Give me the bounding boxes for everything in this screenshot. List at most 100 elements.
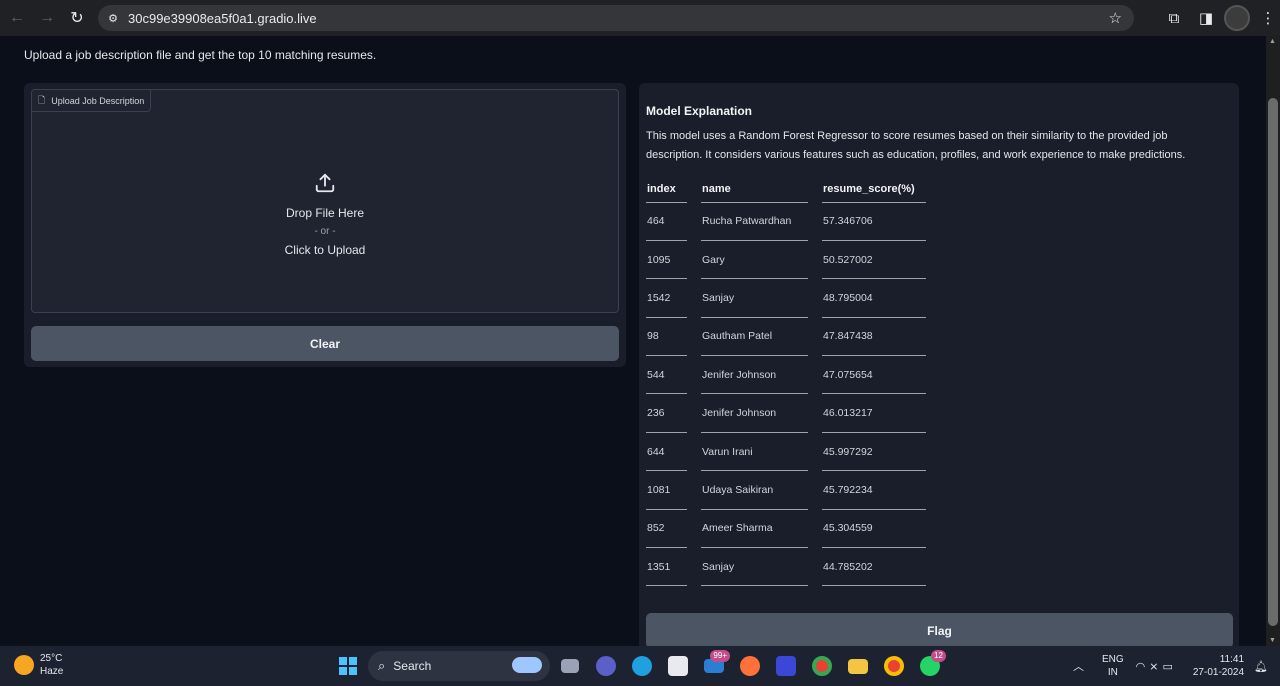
weather-desc: Haze xyxy=(40,666,64,677)
meet-icon[interactable] xyxy=(588,650,624,682)
cell-index: 852 xyxy=(646,509,687,549)
file-explorer-icon[interactable] xyxy=(840,650,876,682)
cell-index: 1542 xyxy=(646,278,687,318)
cell-score: 47.847438 xyxy=(822,317,926,357)
forward-icon[interactable]: → xyxy=(32,3,62,33)
show-hidden-icons-chevron-icon[interactable]: ︿ xyxy=(1073,658,1084,674)
lang-bottom: IN xyxy=(1107,667,1118,678)
cell-index: 236 xyxy=(646,393,687,433)
clock-time: 11:41 xyxy=(1219,654,1245,665)
chrome-icon[interactable] xyxy=(804,650,840,682)
cell-score: 57.346706 xyxy=(822,202,926,241)
firefox-icon[interactable] xyxy=(732,650,768,682)
back-icon[interactable]: ← xyxy=(2,3,32,33)
lang-top: ENG xyxy=(1101,654,1124,665)
language-indicator[interactable]: ENG IN xyxy=(1102,653,1124,679)
system-tray: ︿ ENG IN ◠⨯▭ 11:41 27-01-2024 🔔︎ xyxy=(1073,646,1280,686)
store-icon[interactable] xyxy=(660,650,696,682)
page-scrollbar[interactable]: ▲ ▼ xyxy=(1266,36,1280,646)
cell-index: 1081 xyxy=(646,470,687,510)
output-panel: Model Explanation This model uses a Rand… xyxy=(639,83,1239,648)
taskbar-search[interactable]: ⌕ Search xyxy=(368,651,550,681)
search-highlight-icon xyxy=(512,657,542,673)
menu-icon[interactable]: ⋮ xyxy=(1256,2,1280,34)
explanation-text: This model uses a Random Forest Regresso… xyxy=(646,130,1186,161)
whatsapp-badge: 12 xyxy=(931,650,946,662)
task-view-icon[interactable] xyxy=(552,650,588,682)
cell-index: 1351 xyxy=(646,547,687,587)
upload-icon xyxy=(32,172,618,198)
whatsapp-icon[interactable]: 12 xyxy=(912,650,948,682)
cell-name: Rucha Patwardhan xyxy=(701,202,808,241)
explanation-title: Model Explanation xyxy=(646,104,753,118)
cell-index: 98 xyxy=(646,317,687,357)
edge-icon[interactable] xyxy=(624,650,660,682)
cell-name: Gautham Patel xyxy=(701,317,808,357)
cell-name: Sanjay xyxy=(701,547,808,587)
mail-badge: 99+ xyxy=(710,650,730,662)
flag-button[interactable]: Flag xyxy=(646,613,1233,648)
address-bar[interactable]: ⚙ 30c99e39908ea5f0a1.gradio.live ☆ xyxy=(98,5,1134,31)
upload-label-text: Upload Job Description xyxy=(51,95,145,106)
header-index: index xyxy=(646,177,687,203)
browser-toolbar: ← → ↻ ⚙ 30c99e39908ea5f0a1.gradio.live ☆… xyxy=(0,0,1280,36)
bookmark-star-icon[interactable]: ☆ xyxy=(1109,9,1122,27)
clock[interactable]: 11:41 27-01-2024 xyxy=(1193,653,1244,679)
chrome-active-icon[interactable] xyxy=(876,650,912,682)
network-volume-battery-icons[interactable]: ◠⨯▭ xyxy=(1136,660,1177,673)
page-content: Upload a job description file and get th… xyxy=(0,36,1266,648)
cell-index: 644 xyxy=(646,432,687,472)
cell-name: Jenifer Johnson xyxy=(701,393,808,433)
cell-score: 44.785202 xyxy=(822,547,926,587)
cell-index: 1095 xyxy=(646,240,687,280)
table-row: 852 Ameer Sharma 45.304559 xyxy=(646,509,926,549)
table-row: 1542 Sanjay 48.795004 xyxy=(646,278,926,318)
site-settings-icon[interactable]: ⚙ xyxy=(104,9,122,27)
input-panel: 🗋 Upload Job Description Drop File Here … xyxy=(24,83,626,367)
table-row: 1081 Udaya Saikiran 45.792234 xyxy=(646,470,926,510)
table-row: 544 Jenifer Johnson 47.075654 xyxy=(646,355,926,395)
search-label: Search xyxy=(393,659,432,673)
cell-name: Ameer Sharma xyxy=(701,509,808,549)
profile-avatar[interactable] xyxy=(1224,5,1250,31)
cell-score: 45.997292 xyxy=(822,432,926,472)
scroll-down-icon[interactable]: ▼ xyxy=(1269,637,1276,644)
mail-icon[interactable]: 99+ xyxy=(696,650,732,682)
search-icon: ⌕ xyxy=(378,658,386,673)
cell-name: Udaya Saikiran xyxy=(701,470,808,510)
or-text: - or - xyxy=(314,226,336,237)
clear-button[interactable]: Clear xyxy=(31,326,619,361)
file-upload-dropzone[interactable]: 🗋 Upload Job Description Drop File Here … xyxy=(31,89,619,313)
scroll-thumb[interactable] xyxy=(1268,98,1278,626)
notification-bell-icon[interactable]: 🔔︎ xyxy=(1254,660,1268,673)
weather-widget[interactable]: 25°C Haze xyxy=(14,652,63,678)
side-panel-icon[interactable]: ◨ xyxy=(1190,2,1222,34)
cell-score: 48.795004 xyxy=(822,278,926,318)
cell-index: 464 xyxy=(646,202,687,241)
file-icon: 🗋 xyxy=(38,94,46,105)
click-to-upload-text[interactable]: Click to Upload xyxy=(32,243,618,257)
cell-score: 46.013217 xyxy=(822,393,926,433)
table-row: 1095 Gary 50.527002 xyxy=(646,240,926,280)
extensions-icon[interactable]: ⧉ xyxy=(1158,2,1190,34)
table-row: 236 Jenifer Johnson 46.013217 xyxy=(646,393,926,433)
cell-index: 544 xyxy=(646,355,687,395)
table-header-row: index name resume_score(%) xyxy=(646,177,926,203)
table-row: 464 Rucha Patwardhan 57.346706 xyxy=(646,202,926,241)
table-row: 98 Gautham Patel 47.847438 xyxy=(646,317,926,357)
app-icon[interactable] xyxy=(768,650,804,682)
intro-text: Upload a job description file and get th… xyxy=(24,48,377,62)
reload-icon[interactable]: ↻ xyxy=(62,3,92,33)
cell-name: Sanjay xyxy=(701,278,808,318)
header-name: name xyxy=(701,177,808,203)
cell-score: 50.527002 xyxy=(822,240,926,280)
start-icon[interactable] xyxy=(330,650,366,682)
url-text[interactable]: 30c99e39908ea5f0a1.gradio.live xyxy=(128,11,317,26)
table-row: 644 Varun Irani 45.997292 xyxy=(646,432,926,472)
drop-file-text: Drop File Here xyxy=(285,206,365,220)
upload-label: 🗋 Upload Job Description xyxy=(32,90,152,112)
scroll-up-icon[interactable]: ▲ xyxy=(1269,38,1276,45)
cell-name: Jenifer Johnson xyxy=(701,355,808,395)
drop-instructions[interactable]: Drop File Here - or - Click to Upload xyxy=(32,172,618,257)
table-row: 1351 Sanjay 44.785202 xyxy=(646,547,926,587)
